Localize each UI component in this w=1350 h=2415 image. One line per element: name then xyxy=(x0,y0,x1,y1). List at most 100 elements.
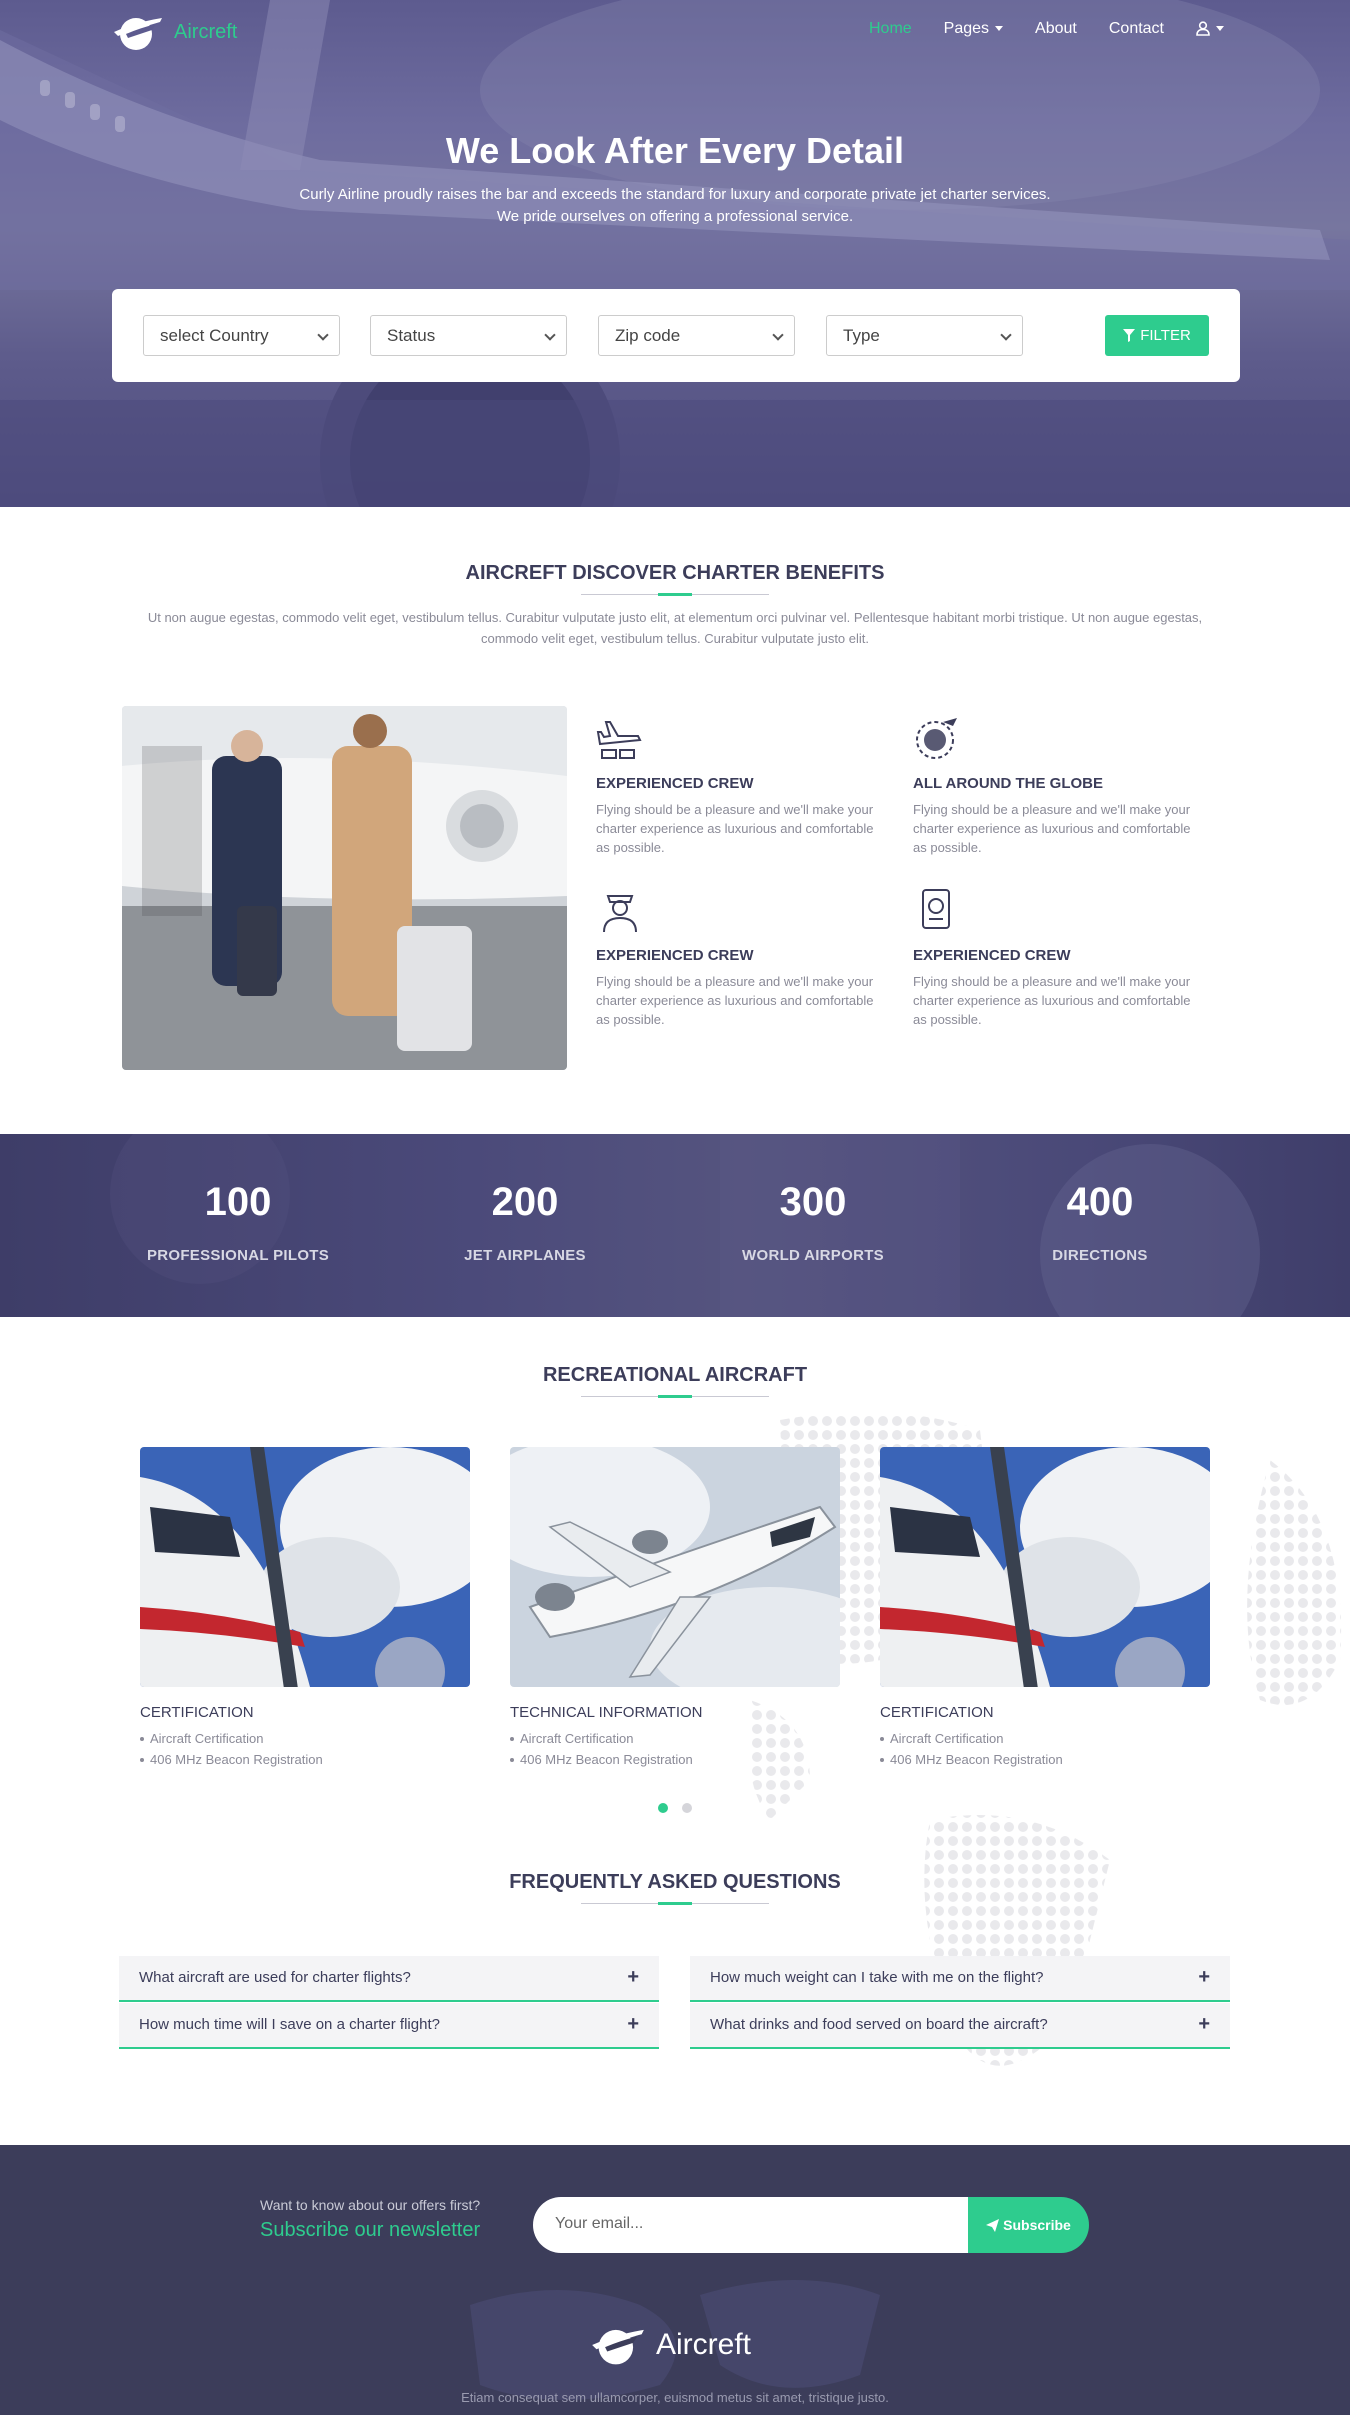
zip-select-value: Zip code xyxy=(615,326,681,345)
brand-logo[interactable]: Aircreft xyxy=(112,12,237,52)
list-item: 406 MHz Beacon Registration xyxy=(140,1749,470,1770)
stats-section: 100 PROFESSIONAL PILOTS 200 JET AIRPLANE… xyxy=(0,1134,1350,1317)
faq-question: How much weight can I take with me on th… xyxy=(710,1969,1044,1986)
carousel-dot-1[interactable] xyxy=(658,1803,668,1813)
nav-about[interactable]: About xyxy=(1035,20,1077,38)
user-icon xyxy=(1196,21,1210,37)
status-select[interactable]: Status xyxy=(370,315,567,356)
faq-item[interactable]: What drinks and food served on board the… xyxy=(690,2003,1230,2049)
stat-pilots: 100 PROFESSIONAL PILOTS xyxy=(108,1180,368,1264)
nav-contact[interactable]: Contact xyxy=(1109,20,1164,38)
plus-icon: + xyxy=(627,1966,639,1988)
carousel-dot-2[interactable] xyxy=(682,1803,692,1813)
card-list: Aircraft Certification 406 MHz Beacon Re… xyxy=(140,1728,470,1770)
title-divider xyxy=(581,593,769,596)
aircraft-title: RECREATIONAL AIRCRAFT xyxy=(542,1364,808,1386)
hero-subtitle: Curly Airline proudly raises the bar and… xyxy=(299,186,1051,225)
stat-number: 300 xyxy=(779,1180,847,1224)
user-menu[interactable] xyxy=(1196,20,1224,38)
newsletter-prompt: Want to know about our offers first? xyxy=(260,2197,481,2213)
plane-logo-icon xyxy=(592,2329,644,2365)
faq-question: What aircraft are used for charter fligh… xyxy=(139,1969,411,1986)
stat-label: PROFESSIONAL PILOTS xyxy=(146,1247,330,1264)
chevron-down-icon xyxy=(317,329,329,341)
status-select-value: Status xyxy=(387,326,436,345)
aircraft-card[interactable]: CERTIFICATION Aircraft Certification 406… xyxy=(140,1447,470,1770)
filter-button-label: FILTER xyxy=(1140,327,1191,344)
title-divider xyxy=(581,1902,769,1905)
nav-pages[interactable]: Pages xyxy=(944,20,1004,38)
feature-text: Flying should be a pleasure and we'll ma… xyxy=(913,974,1191,1027)
list-item: Aircraft Certification xyxy=(880,1728,1210,1749)
aircraft-photo xyxy=(140,1447,470,1687)
feature-title: ALL AROUND THE GLOBE xyxy=(913,775,1103,792)
list-item: 406 MHz Beacon Registration xyxy=(880,1749,1210,1770)
stat-directions: 400 DIRECTIONS xyxy=(970,1180,1230,1264)
chevron-down-icon xyxy=(544,329,556,341)
stat-label: DIRECTIONS xyxy=(1052,1247,1148,1264)
faq-item[interactable]: What aircraft are used for charter fligh… xyxy=(119,1956,659,2002)
footer-text: Etiam consequat sem ullamcorper, euismod… xyxy=(461,2390,889,2405)
pilot-icon xyxy=(603,895,637,933)
feature-text: Flying should be a pleasure and we'll ma… xyxy=(913,802,1191,855)
footer-world-map-image xyxy=(470,2280,880,2400)
newsletter-heading: Subscribe our newsletter xyxy=(260,2219,481,2241)
stat-number: 200 xyxy=(491,1180,559,1224)
hero-title: We Look After Every Detail xyxy=(445,130,905,171)
aircraft-photo xyxy=(880,1447,1210,1687)
plus-icon: + xyxy=(1198,2013,1210,2035)
caret-down-icon xyxy=(1216,26,1224,32)
plane-logo-icon xyxy=(114,18,162,50)
type-select[interactable]: Type xyxy=(826,315,1023,356)
list-item: Aircraft Certification xyxy=(140,1728,470,1749)
title-divider xyxy=(581,1395,769,1398)
feature-title: EXPERIENCED CREW xyxy=(596,775,754,792)
footer: Want to know about our offers first? Sub… xyxy=(0,2145,1350,2415)
faq-question: How much time will I save on a charter f… xyxy=(139,2016,440,2033)
card-list: Aircraft Certification 406 MHz Beacon Re… xyxy=(880,1728,1210,1770)
card-title: CERTIFICATION xyxy=(880,1704,994,1721)
globe-plane-icon xyxy=(916,718,957,759)
nav-home[interactable]: Home xyxy=(869,20,912,38)
list-item: Aircraft Certification xyxy=(510,1728,840,1749)
card-list: Aircraft Certification 406 MHz Beacon Re… xyxy=(510,1728,840,1770)
faq-item[interactable]: How much time will I save on a charter f… xyxy=(119,2003,659,2049)
hero-airplane-image xyxy=(0,0,1350,507)
list-item: 406 MHz Beacon Registration xyxy=(510,1749,840,1770)
feature-experienced-crew: EXPERIENCED CREW Flying should be a plea… xyxy=(596,714,876,857)
type-select-value: Type xyxy=(843,326,880,345)
feature-pilot-crew: EXPERIENCED CREW Flying should be a plea… xyxy=(596,886,876,1029)
feature-text: Flying should be a pleasure and we'll ma… xyxy=(596,974,874,1027)
country-select-value: select Country xyxy=(160,326,269,345)
benefits-intro: Ut non augue egestas, commodo velit eget… xyxy=(147,610,1203,646)
stat-airports: 300 WORLD AIRPORTS xyxy=(683,1180,943,1264)
stat-number: 400 xyxy=(1066,1180,1134,1224)
crew-photo xyxy=(122,706,567,1070)
zip-select[interactable]: Zip code xyxy=(598,315,795,356)
aircraft-card[interactable]: CERTIFICATION Aircraft Certification 406… xyxy=(880,1447,1210,1770)
stat-label: WORLD AIRPORTS xyxy=(742,1247,884,1264)
faq-question: What drinks and food served on board the… xyxy=(710,2016,1048,2033)
footer-logo[interactable]: Aircreft xyxy=(590,2323,751,2367)
card-title: CERTIFICATION xyxy=(140,1704,254,1721)
funnel-icon xyxy=(1123,329,1136,342)
filter-button[interactable]: FILTER xyxy=(1105,315,1209,356)
faq-title: FREQUENTLY ASKED QUESTIONS xyxy=(509,1871,841,1893)
card-title: TECHNICAL INFORMATION xyxy=(510,1704,703,1721)
feature-passport-crew: EXPERIENCED CREW Flying should be a plea… xyxy=(913,886,1193,1029)
plus-icon: + xyxy=(627,2013,639,2035)
country-select[interactable]: select Country xyxy=(143,315,340,356)
chevron-down-icon xyxy=(772,329,784,341)
stat-airplanes: 200 JET AIRPLANES xyxy=(395,1180,655,1264)
top-nav: Aircreft Home Pages About Contact xyxy=(0,0,1350,62)
faq-item[interactable]: How much weight can I take with me on th… xyxy=(690,1956,1230,2002)
feature-title: EXPERIENCED CREW xyxy=(913,947,1071,964)
footer-brand-name: Aircreft xyxy=(656,2328,752,2361)
stat-label: JET AIRPLANES xyxy=(464,1247,586,1264)
chevron-down-icon xyxy=(1000,329,1012,341)
subscribe-button[interactable]: Subscribe xyxy=(968,2197,1089,2253)
benefits-title: AIRCREFT DISCOVER CHARTER BENEFITS xyxy=(465,562,885,584)
aircraft-card[interactable]: TECHNICAL INFORMATION Aircraft Certifica… xyxy=(510,1447,840,1770)
email-input[interactable]: Your email... xyxy=(533,2197,968,2253)
airplane-cargo-icon xyxy=(596,721,642,759)
